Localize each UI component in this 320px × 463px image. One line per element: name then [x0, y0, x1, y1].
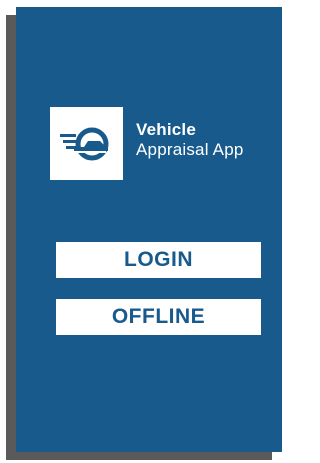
speeding-car-icon [60, 127, 109, 161]
app-logo [50, 107, 123, 180]
app-title: Vehicle Appraisal App [136, 120, 244, 160]
app-title-line2: Appraisal App [136, 140, 244, 159]
app-stage: Vehicle Appraisal App LOGIN OFFLINE [0, 0, 286, 463]
app-title-line1: Vehicle [136, 120, 196, 139]
splash-screen: Vehicle Appraisal App LOGIN OFFLINE [16, 7, 282, 452]
offline-button[interactable]: OFFLINE [56, 299, 261, 335]
login-button[interactable]: LOGIN [56, 242, 261, 278]
